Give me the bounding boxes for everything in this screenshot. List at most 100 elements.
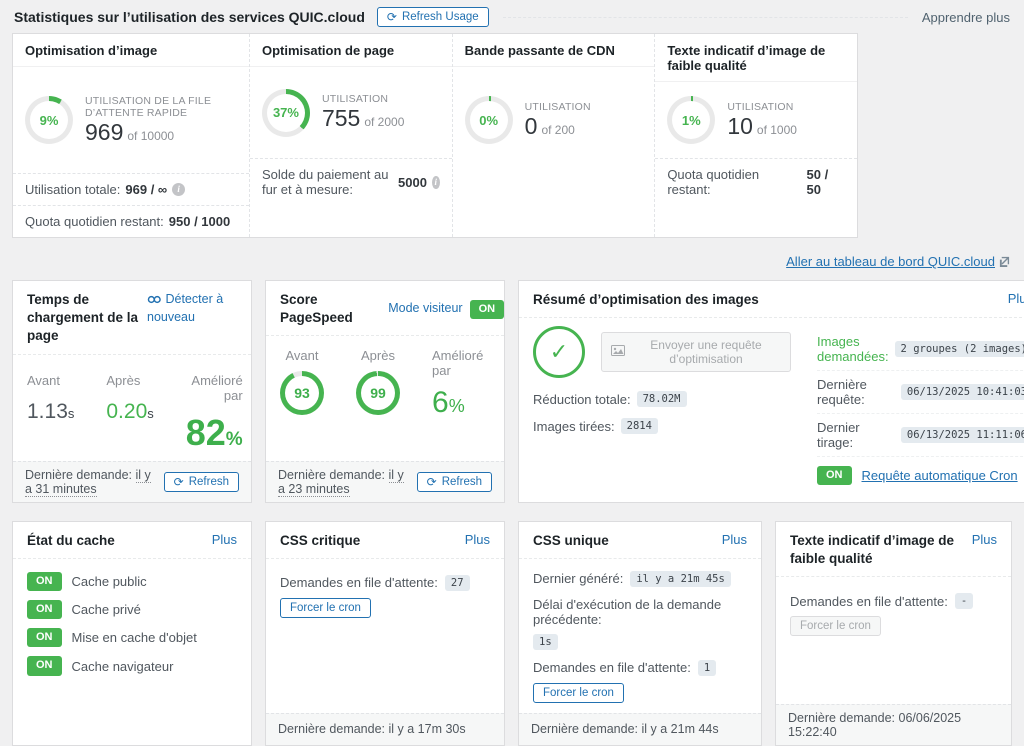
score-ring-before: 93 <box>280 371 324 415</box>
card-title: CSS unique <box>533 532 609 550</box>
usage-used: 755 <box>322 105 360 131</box>
usage-limit: of 2000 <box>364 115 404 129</box>
card-title: Temps de chargement de la page <box>27 291 139 346</box>
usage-card-lqip: Texte indicatif d’image de faible qualit… <box>655 34 857 237</box>
usage-card-title: Bande passante de CDN <box>453 34 655 67</box>
refresh-button[interactable]: ⟳ Refresh <box>417 472 492 492</box>
total-reduction-row: Réduction totale: 78.02M <box>533 391 791 407</box>
requested-value-badge: 2 groupes (2 images) <box>895 341 1024 357</box>
page-title: Statistiques sur l’utilisation des servi… <box>14 9 365 25</box>
cache-status-card: État du cache Plus ON Cache public ON Ca… <box>12 521 252 746</box>
metric-before: Avant 93 <box>280 348 324 415</box>
payg-balance-row: Solde du paiement au fur et à mesure: 50… <box>250 158 452 205</box>
metric-after: Après 99 <box>356 348 400 415</box>
cache-item-private: ON Cache privé <box>27 600 237 619</box>
usage-card-page-optimization: Optimisation de page 37% UTILISATION 755… <box>250 34 453 237</box>
page-load-time-card: Temps de chargement de la page Détecter … <box>12 280 252 503</box>
cache-item-browser: ON Cache navigateur <box>27 656 237 675</box>
more-link[interactable]: Plus <box>972 532 997 547</box>
exec-time-badge: 1s <box>533 634 558 650</box>
status-badge: ON <box>27 600 62 619</box>
metric-after: Après 0.20s <box>106 373 153 424</box>
usage-gauge: 0% <box>465 96 513 144</box>
force-cron-button-disabled: Forcer le cron <box>790 616 881 636</box>
header-divider <box>503 17 908 18</box>
usage-label: UTILISATION <box>525 101 591 113</box>
more-link[interactable]: Plus <box>465 532 490 547</box>
exec-time-row: Délai d'exécution de la demande précéden… <box>533 597 747 650</box>
refresh-icon: ⟳ <box>174 476 184 488</box>
metric-before: Avant 1.13s <box>27 373 74 424</box>
last-request-footer: Dernière demande: il y a 17m 30s <box>266 713 504 745</box>
metric-improved: Amélioré par 82% <box>186 373 243 451</box>
image-icon <box>611 345 625 359</box>
usage-limit: of 10000 <box>127 129 174 143</box>
images-pulled-row: Images tirées: 2814 <box>533 418 791 434</box>
external-link-icon <box>999 255 1010 270</box>
queue-count-badge: 27 <box>445 575 470 591</box>
score-ring-after: 99 <box>356 371 400 415</box>
visitor-mode-toggle[interactable]: ON <box>470 300 505 319</box>
info-icon[interactable]: i <box>172 183 185 196</box>
gauge-percent: 37% <box>267 94 305 132</box>
usage-label: UTILISATION <box>727 101 797 113</box>
last-request-label: Dernière demande: il y a 23 minutes <box>278 468 407 496</box>
lqip-card: Texte indicatif d’image de faible qualit… <box>775 521 1012 746</box>
more-link[interactable]: Plus <box>1008 291 1024 306</box>
usage-card-title: Texte indicatif d’image de faible qualit… <box>655 34 857 82</box>
cache-item-object: ON Mise en cache d'objet <box>27 628 237 647</box>
queue-count-badge: 1 <box>698 660 716 676</box>
more-link[interactable]: Plus <box>722 532 747 547</box>
queue-row: Demandes en file d'attente: - Forcer le … <box>790 593 997 636</box>
pulled-value-badge: 2814 <box>621 418 658 434</box>
info-icon[interactable]: i <box>432 176 440 189</box>
status-badge: ON <box>27 656 62 675</box>
usage-gauge: 37% <box>262 89 310 137</box>
daily-quota-row: Quota quotidien restant: 50 / 50 <box>655 158 857 205</box>
critical-css-card: CSS critique Plus Demandes en file d'att… <box>265 521 505 746</box>
learn-more-link[interactable]: Apprendre plus <box>922 10 1010 25</box>
status-badge: ON <box>27 628 62 647</box>
unique-css-card: CSS unique Plus Dernier généré: il y a 2… <box>518 521 762 746</box>
image-optimization-summary-card: Résumé d’optimisation des images Plus ✓ … <box>518 280 1024 503</box>
force-cron-button[interactable]: Forcer le cron <box>533 683 624 703</box>
daily-quota-row: Quota quotidien restant: 950 / 1000 <box>13 205 249 237</box>
card-title: Résumé d’optimisation des images <box>533 291 759 309</box>
usage-card-title: Optimisation d’image <box>13 34 249 67</box>
pagespeed-score-card: Score PageSpeed Mode visiteur ON Avant 9… <box>265 280 505 503</box>
last-pull-badge: 06/13/2025 11:11:06 <box>901 427 1024 443</box>
force-cron-button[interactable]: Forcer le cron <box>280 598 371 618</box>
card-title: Score PageSpeed <box>280 291 380 327</box>
more-link[interactable]: Plus <box>212 532 237 547</box>
usage-total-row: Utilisation totale: 969 / ∞ i <box>13 173 249 205</box>
card-title: Texte indicatif d’image de faible qualit… <box>790 532 964 568</box>
reduction-value-badge: 78.02M <box>637 391 687 407</box>
queue-count-badge: - <box>955 593 973 609</box>
gauge-percent: 0% <box>470 101 508 139</box>
redetect-link[interactable]: Détecter à nouveau <box>147 291 237 326</box>
last-request-label: Dernière demande: il y a 31 minutes <box>25 468 154 496</box>
cron-auto-request-toggle[interactable]: ON <box>817 466 852 485</box>
usage-limit: of 1000 <box>757 123 797 137</box>
card-title: État du cache <box>27 532 115 550</box>
cron-auto-request-link[interactable]: Requête automatique Cron <box>862 468 1018 483</box>
usage-card-title: Optimisation de page <box>250 34 452 67</box>
usage-card-image-optimization: Optimisation d’image 9% UTILISATION DE L… <box>13 34 250 237</box>
gauge-percent: 1% <box>672 101 710 139</box>
refresh-usage-button[interactable]: ⟳ Refresh Usage <box>377 7 489 27</box>
visitor-mode-link[interactable]: Mode visiteur <box>388 300 462 318</box>
status-badge: ON <box>27 572 62 591</box>
success-check-icon: ✓ <box>533 326 585 378</box>
generated-badge: il y a 21m 45s <box>630 571 731 587</box>
images-requested-row: Images demandées: 2 groupes (2 images) <box>817 328 1024 371</box>
card-title: CSS critique <box>280 532 360 550</box>
send-optimization-request-button[interactable]: Envoyer une requête d’optimisation <box>601 332 791 372</box>
last-generated-row: Dernier généré: il y a 21m 45s <box>533 571 747 587</box>
usage-gauge: 1% <box>667 96 715 144</box>
usage-label: UTILISATION DE LA FILE D’ATTENTE RAPIDE <box>85 95 237 119</box>
refresh-icon: ⟳ <box>427 476 437 488</box>
queue-row: Demandes en file d'attente: 1 Forcer le … <box>533 660 747 703</box>
quic-dashboard-link[interactable]: Aller au tableau de bord QUIC.cloud <box>786 254 1010 269</box>
refresh-button[interactable]: ⟳ Refresh <box>164 472 239 492</box>
gauge-percent: 9% <box>30 101 68 139</box>
